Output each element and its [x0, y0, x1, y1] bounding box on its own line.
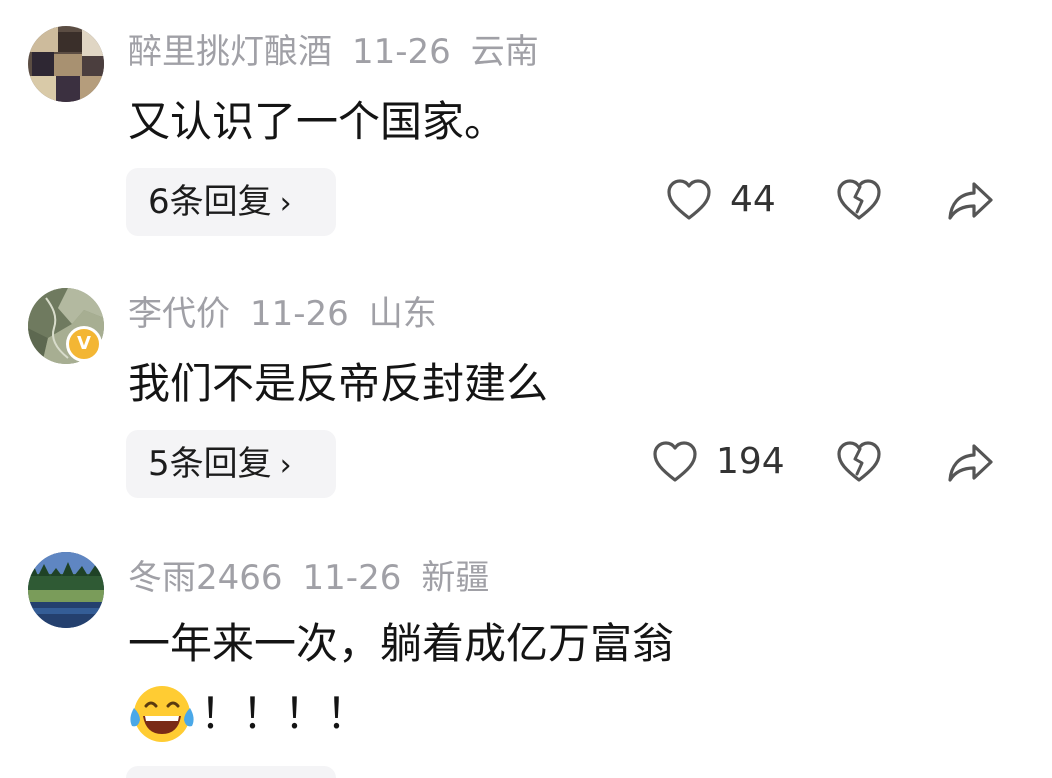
replies-label: 6条回复	[148, 182, 272, 222]
view-replies-button[interactable]: 6条回复 ›	[126, 168, 336, 236]
comment-item: 冬雨2466 11-26 新疆 一年来一次，躺着成亿万富翁 ！！！！	[0, 552, 1052, 778]
comment-location: 新疆	[421, 558, 490, 598]
heart-outline-icon[interactable]	[666, 178, 712, 222]
share-arrow-icon[interactable]	[946, 178, 996, 222]
replies-label: 5条回复	[148, 444, 272, 484]
view-replies-button[interactable]: 5条回复 ›	[126, 430, 336, 498]
comment-location: 云南	[470, 32, 539, 72]
comment-text: 我们不是反帝反封建么	[128, 359, 549, 408]
comment-date: 11-26	[250, 294, 349, 334]
comment-meta: 醉里挑灯酿酒 11-26 云南	[128, 30, 559, 74]
comment-item: V 李代价 11-26 山东 我们不是反帝反封建么 5条回复 › 194	[0, 288, 1052, 518]
chevron-right-icon: ›	[279, 186, 292, 221]
comment-meta: 冬雨2466 11-26 新疆	[128, 556, 509, 600]
avatar[interactable]	[28, 26, 104, 102]
like-count: 194	[716, 441, 785, 482]
avatar[interactable]	[28, 552, 104, 628]
comment-item: 醉里挑灯酿酒 11-26 云南 又认识了一个国家。 6条回复 › 44	[0, 26, 1052, 256]
broken-heart-icon[interactable]	[836, 178, 882, 222]
chevron-right-icon: ›	[279, 448, 292, 483]
share-arrow-icon[interactable]	[946, 440, 996, 484]
username[interactable]: 李代价	[128, 294, 230, 334]
username[interactable]: 冬雨2466	[128, 558, 283, 598]
comment-date: 11-26	[352, 32, 451, 72]
like-count: 44	[730, 179, 776, 220]
comment-text: 又认识了一个国家。	[128, 97, 507, 146]
comment-location: 山东	[368, 294, 437, 334]
laughing-tears-emoji	[130, 686, 194, 742]
verified-badge: V	[66, 326, 102, 362]
comment-date: 11-26	[302, 558, 402, 598]
broken-heart-icon[interactable]	[836, 440, 882, 484]
comment-text: 一年来一次，躺着成亿万富翁	[128, 619, 675, 668]
heart-outline-icon[interactable]	[652, 440, 698, 484]
username[interactable]: 醉里挑灯酿酒	[128, 32, 332, 72]
comment-text-line2: ！！！！	[200, 689, 369, 738]
view-replies-button[interactable]	[126, 766, 336, 778]
comment-meta: 李代价 11-26 山东	[128, 292, 457, 336]
